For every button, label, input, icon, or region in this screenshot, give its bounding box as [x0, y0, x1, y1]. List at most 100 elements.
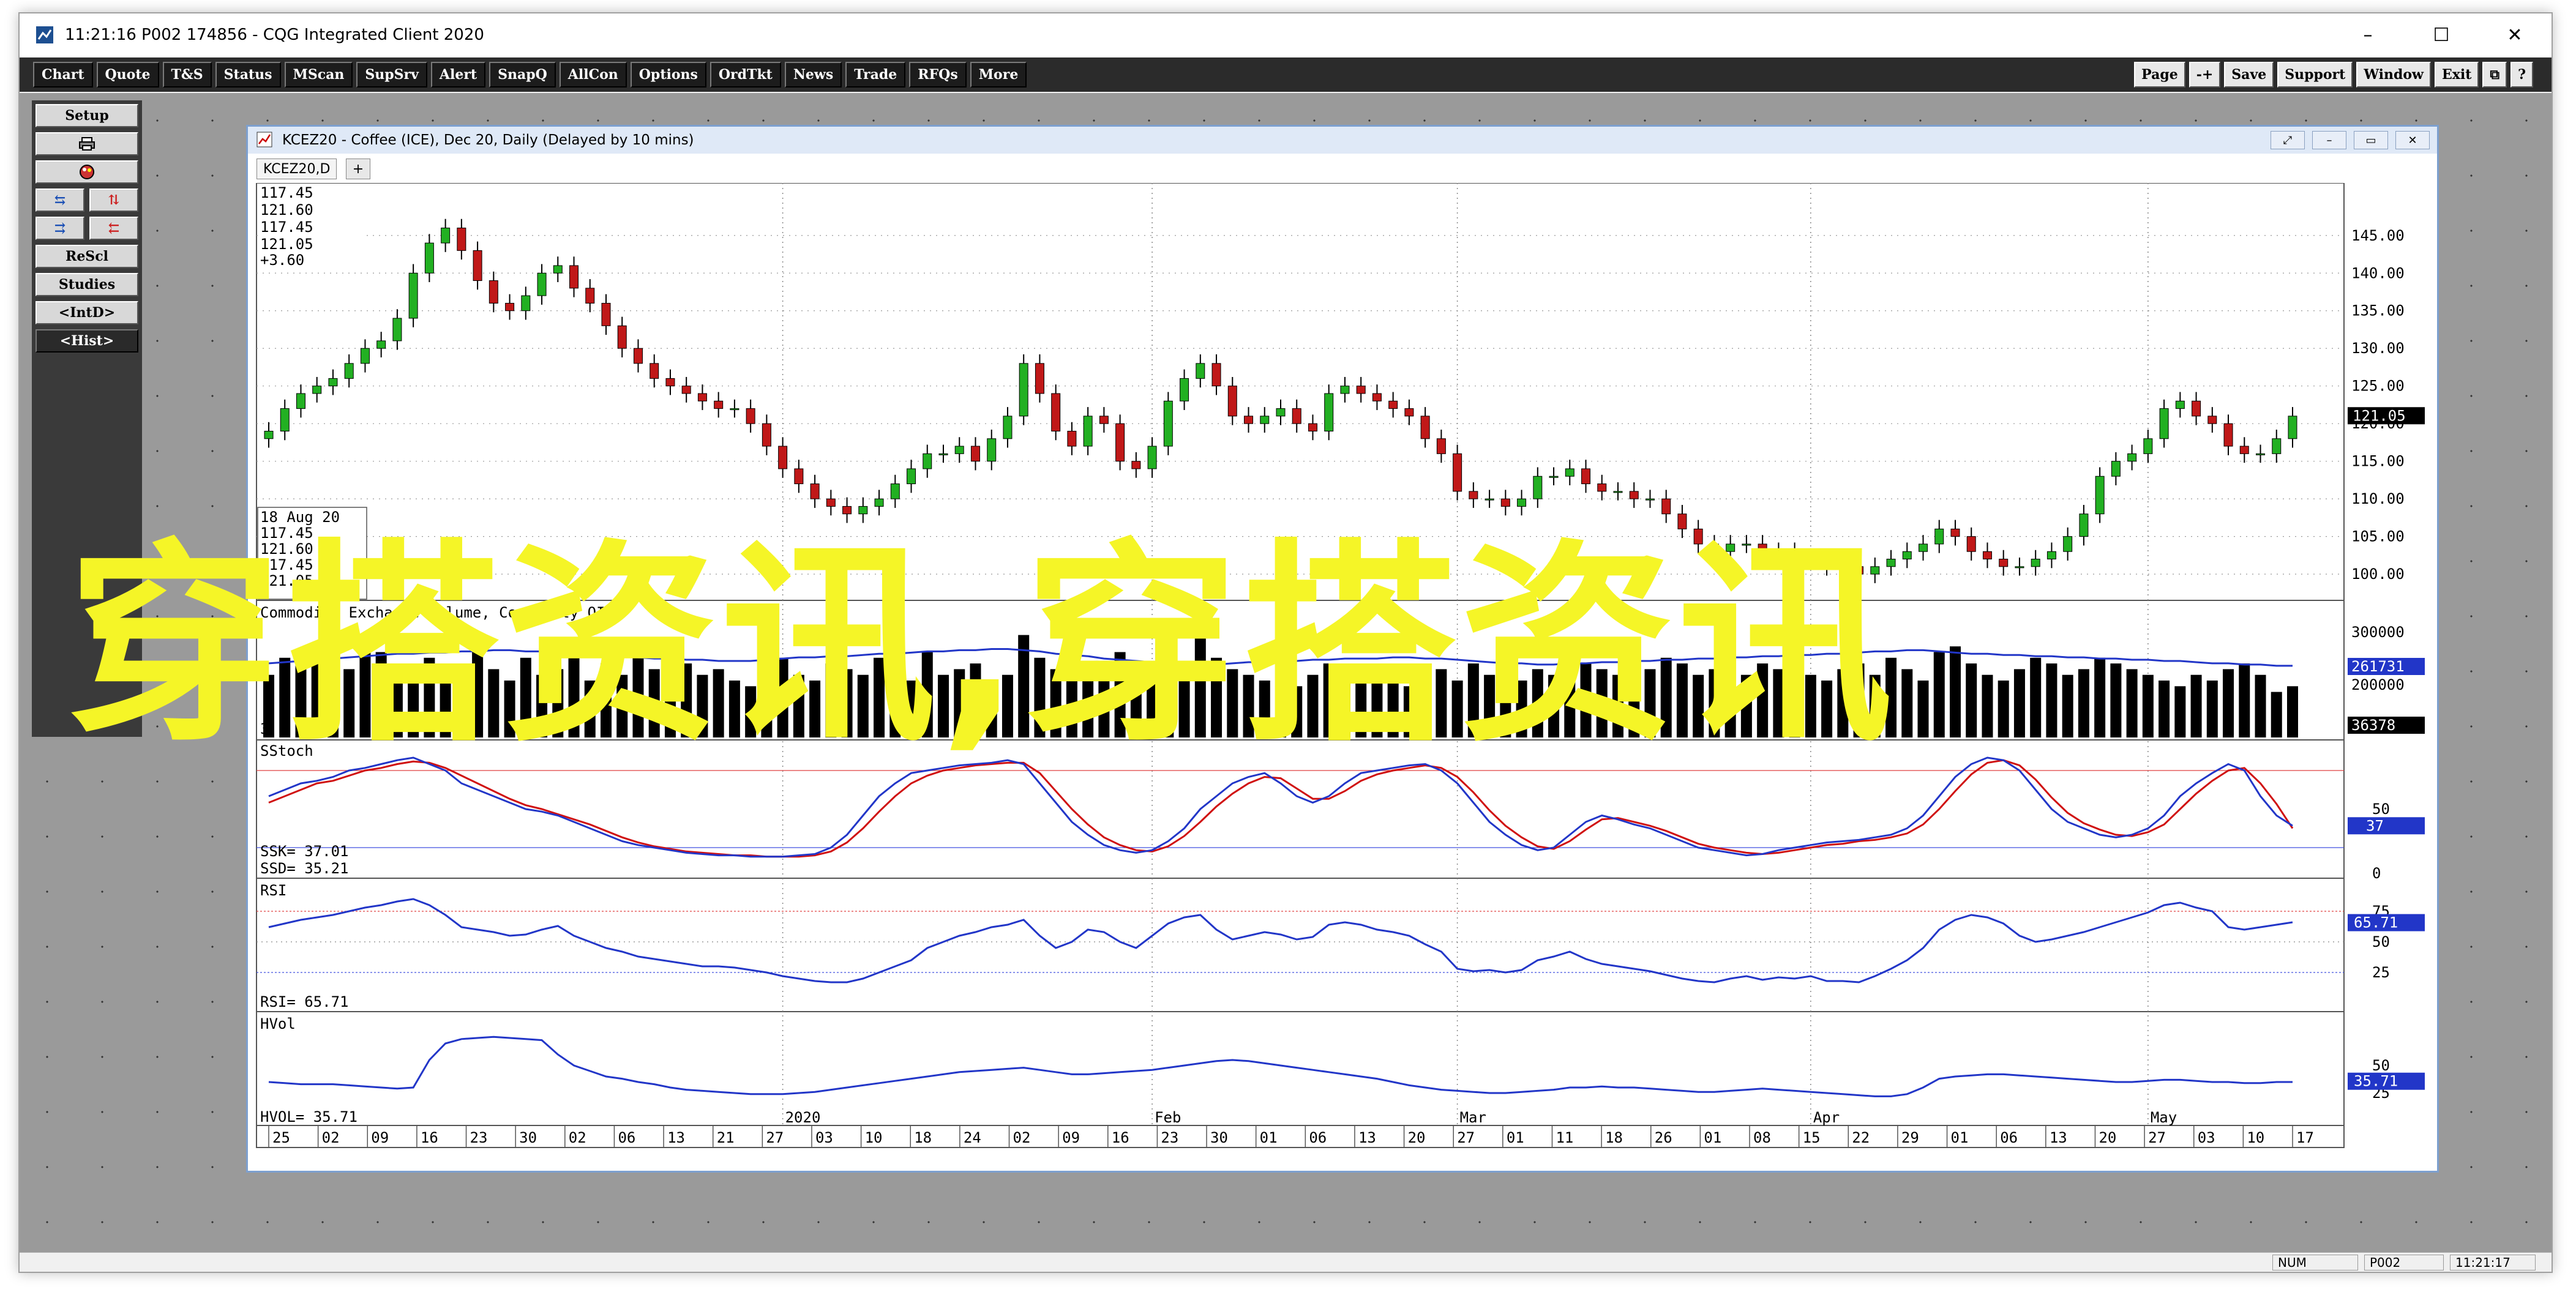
menu-trade[interactable]: Trade: [845, 62, 906, 88]
page-stepper-button[interactable]: -+: [2188, 62, 2221, 88]
day-label: 23: [1161, 1129, 1178, 1146]
link-button[interactable]: ⤢: [2271, 131, 2305, 149]
page-button[interactable]: Page: [2134, 62, 2185, 88]
close-button[interactable]: ✕: [2478, 13, 2552, 56]
candle-body: [1629, 491, 1639, 499]
readout-delta: +3.60: [260, 252, 304, 269]
candle-body: [1324, 393, 1334, 431]
candle-body: [1051, 393, 1061, 431]
maximize-button[interactable]: ☐: [2405, 13, 2478, 56]
candle-body: [1131, 461, 1141, 469]
candle-body: [1581, 468, 1591, 485]
rescale-button[interactable]: ReScl: [36, 245, 138, 268]
menu-chart[interactable]: Chart: [33, 62, 93, 88]
day-label: 10: [2247, 1129, 2264, 1146]
menu-rfqs[interactable]: RFQs: [909, 62, 967, 88]
menu-options[interactable]: Options: [630, 62, 706, 88]
chart-minimize-button[interactable]: –: [2312, 131, 2346, 149]
volume-bar: [2078, 669, 2089, 737]
menu-status[interactable]: Status: [215, 62, 281, 88]
menu-ordtkt[interactable]: OrdTkt: [710, 62, 781, 88]
candle-body: [2143, 438, 2153, 454]
candle-body: [296, 393, 305, 409]
scroll-right-button[interactable]: ⇅: [89, 188, 138, 212]
volume-bar: [2190, 674, 2202, 737]
window-title: 11:21:16 P002 174856 - CQG Integrated Cl…: [65, 26, 484, 44]
candle-body: [521, 295, 531, 312]
day-label: 16: [421, 1129, 438, 1146]
save-button[interactable]: Save: [2224, 62, 2274, 88]
price-tick-label: 140.00: [2351, 264, 2405, 282]
menu-mscan[interactable]: MScan: [284, 62, 353, 88]
candle-body: [1035, 363, 1044, 394]
chart-maximize-button[interactable]: ▭: [2354, 131, 2388, 149]
setup-button[interactable]: Setup: [36, 104, 138, 127]
menu-allcon[interactable]: AllCon: [559, 62, 627, 88]
print-button[interactable]: [36, 132, 138, 155]
day-label: 23: [470, 1129, 488, 1146]
candle-body: [746, 408, 755, 424]
candle-body: [1934, 528, 1944, 545]
chart-tab-kcez20[interactable]: KCEZ20,D: [256, 159, 337, 179]
add-tab-button[interactable]: +: [346, 159, 370, 179]
zoom-out-button[interactable]: ⇇: [89, 217, 138, 240]
candle-body: [1083, 416, 1093, 447]
candle-body: [1500, 498, 1510, 507]
oi-last-label: 261731: [2351, 658, 2405, 675]
menu-more[interactable]: More: [970, 62, 1027, 88]
zoom-in-button[interactable]: ⇉: [36, 217, 84, 240]
volume-bar: [1933, 652, 1945, 737]
candle-body: [697, 393, 707, 401]
stoch-tick-label: 0: [2372, 865, 2381, 882]
right-menu-group: Page -+ Save Support Window Exit ⧉ ?: [2130, 62, 2533, 88]
month-label: Apr: [1813, 1109, 1840, 1126]
day-label: 06: [2000, 1129, 2018, 1146]
volume-bar: [2159, 681, 2170, 737]
clock: 11:21:17: [2450, 1255, 2536, 1271]
readout-high: 121.60: [260, 201, 313, 218]
printer-icon: [79, 137, 95, 151]
menu-quote[interactable]: Quote: [96, 62, 159, 88]
month-label: Feb: [1155, 1109, 1181, 1126]
palette-icon: [80, 165, 94, 179]
support-button[interactable]: Support: [2277, 62, 2353, 88]
candle-body: [1533, 476, 1543, 499]
restore-icon[interactable]: ⧉: [2482, 62, 2507, 88]
day-label: 01: [1704, 1129, 1721, 1146]
menu-supsrv[interactable]: SupSrv: [356, 62, 427, 88]
title-bar: 11:21:16 P002 174856 - CQG Integrated Cl…: [20, 13, 2552, 56]
window-button[interactable]: Window: [2356, 62, 2431, 88]
candle-body: [1420, 416, 1430, 439]
hvol-readout: HVOL= 35.71: [260, 1108, 358, 1125]
intraday-button[interactable]: <IntD>: [36, 301, 138, 324]
candle-body: [2063, 536, 2073, 552]
minimize-button[interactable]: –: [2331, 13, 2405, 56]
help-button[interactable]: ?: [2510, 62, 2533, 88]
candle-body: [2079, 513, 2089, 537]
scroll-left-button[interactable]: ⇆: [36, 188, 84, 212]
menu-alert[interactable]: Alert: [430, 62, 486, 88]
day-label: 01: [1260, 1129, 1278, 1146]
exit-button[interactable]: Exit: [2434, 62, 2479, 88]
price-tick-label: 100.00: [2351, 565, 2405, 583]
day-label: 18: [1605, 1129, 1623, 1146]
chart-close-button[interactable]: ✕: [2395, 131, 2430, 149]
color-button[interactable]: [36, 160, 138, 184]
candle-body: [1966, 536, 1976, 552]
volume-bar: [2255, 674, 2266, 737]
historical-button[interactable]: <Hist>: [36, 329, 138, 353]
menu-ts[interactable]: T&S: [162, 62, 212, 88]
candle-body: [2272, 438, 2282, 454]
candle-body: [617, 325, 627, 349]
candle-body: [1003, 416, 1013, 439]
volume-bar: [1950, 646, 1961, 737]
menu-snapq[interactable]: SnapQ: [489, 62, 556, 88]
day-label: 26: [1655, 1129, 1672, 1146]
candle-body: [1999, 559, 2009, 567]
candle-body: [890, 483, 900, 499]
candle-body: [1517, 498, 1527, 507]
candle-body: [601, 302, 611, 326]
studies-button[interactable]: Studies: [36, 273, 138, 296]
menu-news[interactable]: News: [784, 62, 842, 88]
price-tick-label: 130.00: [2351, 340, 2405, 357]
